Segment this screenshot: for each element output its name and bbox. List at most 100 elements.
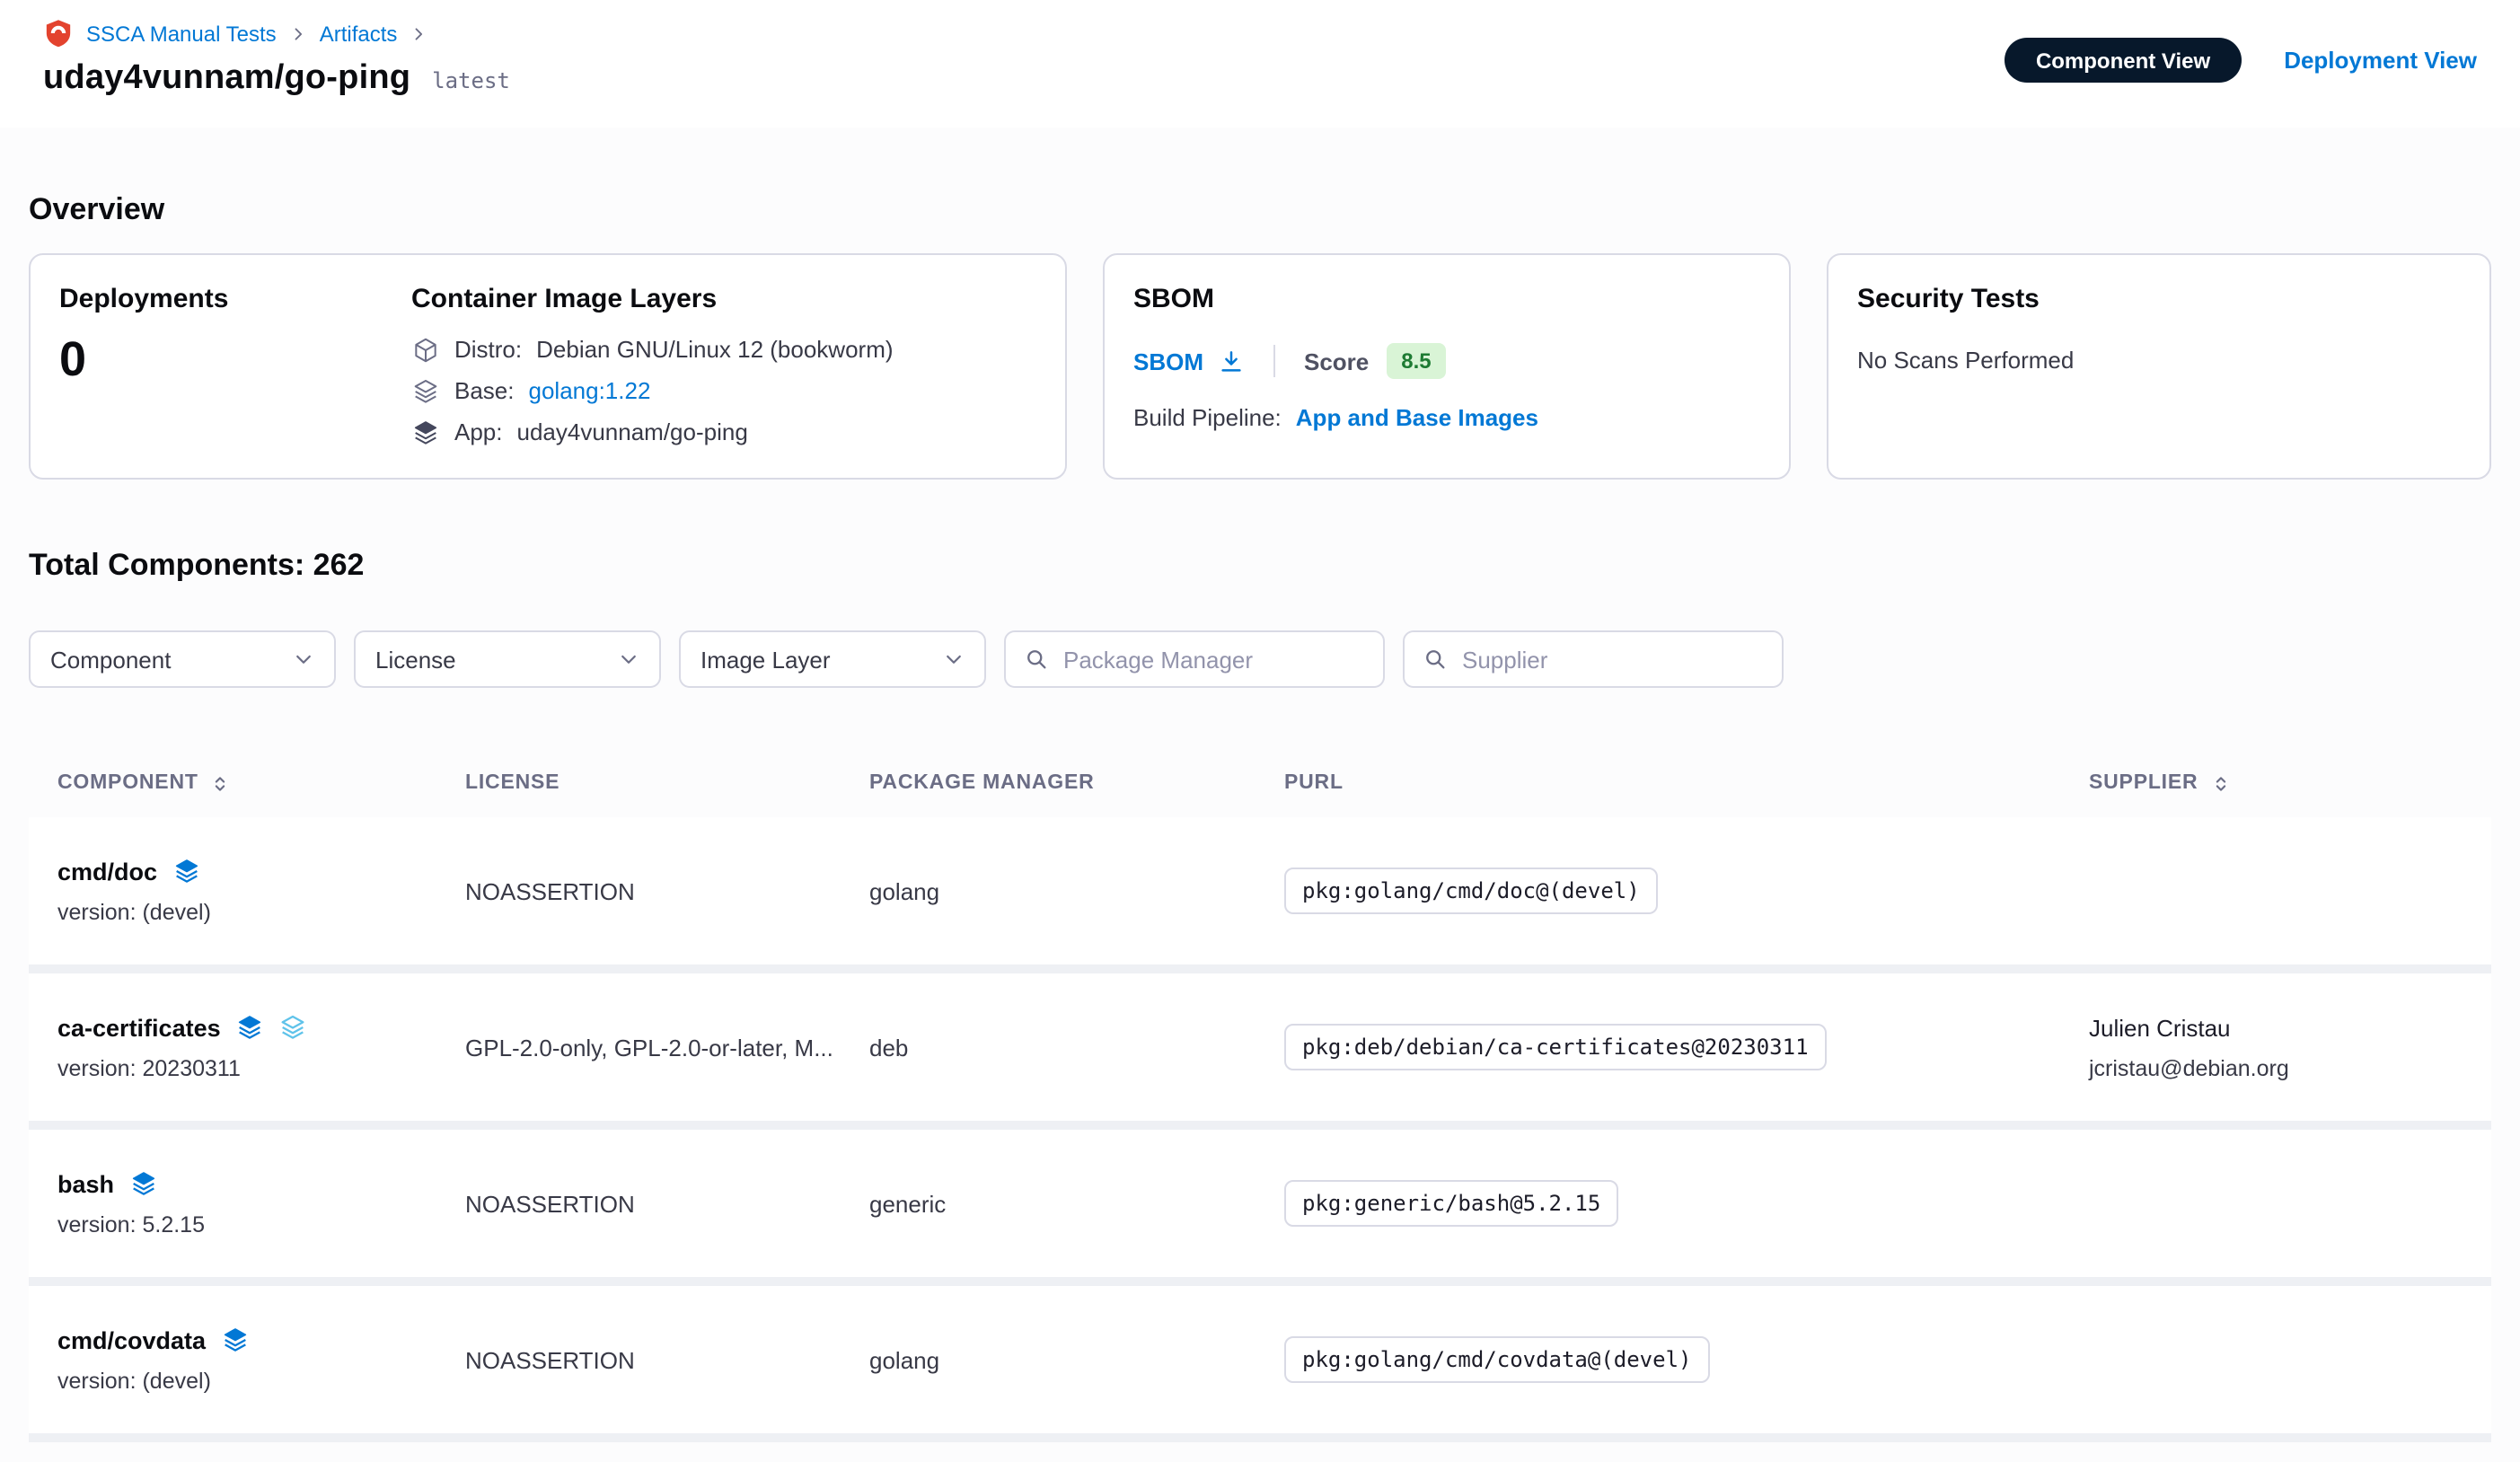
sort-component-button[interactable]: COMPONENT	[57, 772, 231, 794]
purl-cell: pkg:deb/debian/ca-certificates@20230311	[1284, 1024, 2089, 1070]
sbom-link-label: SBOM	[1133, 348, 1203, 374]
security-tests-status: No Scans Performed	[1857, 347, 2461, 374]
breadcrumb-link-artifacts[interactable]: Artifacts	[320, 21, 398, 46]
build-pipeline-link[interactable]: App and Base Images	[1296, 404, 1538, 431]
build-pipeline-row: Build Pipeline: App and Base Images	[1133, 404, 1760, 431]
package-manager-search	[1004, 630, 1385, 688]
component-column-label: COMPONENT	[57, 772, 198, 794]
layers-icon	[235, 1013, 264, 1042]
total-components-heading: Total Components: 262	[29, 548, 2491, 584]
sort-supplier-button[interactable]: SUPPLIER	[2089, 772, 2230, 794]
table-body: cmd/doc version: (devel) NOASSERTION gol…	[29, 817, 2491, 1442]
package-manager-cell: generic	[869, 1190, 1284, 1217]
download-icon[interactable]	[1218, 348, 1245, 374]
component-version: version: (devel)	[57, 1369, 465, 1394]
image-layer-filter-value: Image Layer	[700, 646, 831, 673]
component-name-row: cmd/doc	[57, 857, 465, 885]
purl-cell: pkg:golang/cmd/covdata@(devel)	[1284, 1336, 2089, 1383]
sbom-label: SBOM	[1133, 284, 1760, 314]
component-version: version: 20230311	[57, 1056, 465, 1081]
container-image-layers-section: Container Image Layers Distro: Debian GN…	[411, 284, 894, 449]
chevron-down-icon	[943, 648, 965, 670]
package-manager-search-input[interactable]	[1063, 646, 1365, 673]
component-filter-dropdown[interactable]: Component	[29, 630, 336, 688]
page: SSCA Manual Tests Artifacts uday4vunnam/…	[0, 0, 2520, 1462]
supplier-search-input[interactable]	[1462, 646, 1764, 673]
page-title: uday4vunnam/go-ping	[43, 59, 410, 99]
app-value: uday4vunnam/go-ping	[517, 418, 748, 447]
table-row: cmd/covdata version: (devel) NOASSERTION…	[29, 1286, 2491, 1433]
license-filter-value: License	[375, 646, 456, 673]
chevron-down-icon	[618, 648, 639, 670]
license-filter-dropdown[interactable]: License	[354, 630, 661, 688]
component-name: cmd/covdata	[57, 1326, 206, 1353]
supplier-cell	[2089, 1196, 2463, 1211]
app-label: App:	[454, 418, 503, 447]
license-cell: GPL-2.0-only, GPL-2.0-or-later, M...	[465, 1034, 869, 1061]
supplier-search	[1403, 630, 1784, 688]
container-image-layers-label: Container Image Layers	[411, 284, 894, 314]
overview-cards: Deployments 0 Container Image Layers Dis…	[29, 253, 2491, 480]
component-view-button[interactable]: Component View	[2005, 38, 2241, 83]
license-cell: NOASSERTION	[465, 877, 869, 904]
purl-value: pkg:deb/debian/ca-certificates@20230311	[1284, 1024, 1827, 1070]
sbom-card: SBOM SBOM Score 8.5 Build Pipeline: App …	[1103, 253, 1791, 480]
deployments-count: 0	[59, 332, 411, 388]
package-manager-cell: golang	[869, 1346, 1284, 1373]
component-cell: bash version: 5.2.15	[57, 1169, 465, 1237]
supplier-column-label: SUPPLIER	[2089, 772, 2198, 794]
component-name: ca-certificates	[57, 1014, 221, 1041]
purl-cell: pkg:golang/cmd/doc@(devel)	[1284, 868, 2089, 914]
deployments-section: Deployments 0	[59, 284, 411, 449]
license-cell: NOASSERTION	[465, 1190, 869, 1217]
breadcrumb-link-project[interactable]: SSCA Manual Tests	[86, 21, 277, 46]
score-label: Score	[1304, 348, 1369, 374]
top-bar: SSCA Manual Tests Artifacts uday4vunnam/…	[0, 0, 2520, 128]
chevron-right-icon	[289, 24, 307, 42]
component-version: version: (devel)	[57, 900, 465, 925]
supplier-cell	[2089, 884, 2463, 898]
components-table: COMPONENT LICENSE PACKAGE MANAGER PURL S…	[29, 749, 2491, 1442]
security-tests-card: Security Tests No Scans Performed	[1827, 253, 2491, 480]
vertical-divider	[1273, 345, 1275, 377]
purl-value: pkg:golang/cmd/doc@(devel)	[1284, 868, 1658, 914]
component-filter-value: Component	[50, 646, 171, 673]
app-line: App: uday4vunnam/go-ping	[411, 418, 894, 447]
filters-bar: Component License Image Layer	[29, 630, 2491, 688]
cube-icon	[411, 336, 440, 365]
column-header-supplier: SUPPLIER	[2089, 772, 2463, 794]
column-header-component: COMPONENT	[57, 772, 465, 794]
supplier-name: Julien Cristau	[2089, 1014, 2463, 1041]
component-name: bash	[57, 1170, 114, 1197]
view-toggle: Component View Deployment View	[2005, 38, 2477, 83]
component-name-row: bash	[57, 1169, 465, 1198]
package-manager-cell: golang	[869, 877, 1284, 904]
supplier-cell	[2089, 1352, 2463, 1367]
distro-label: Distro:	[454, 336, 522, 365]
component-version: version: 5.2.15	[57, 1212, 465, 1237]
layers-icon	[128, 1169, 157, 1198]
image-layer-filter-dropdown[interactable]: Image Layer	[679, 630, 986, 688]
table-header-row: COMPONENT LICENSE PACKAGE MANAGER PURL S…	[29, 749, 2491, 817]
deployments-label: Deployments	[59, 284, 411, 314]
chevron-down-icon	[293, 648, 314, 670]
main-content: Overview Deployments 0 Container Image L…	[0, 128, 2520, 1442]
title-row: uday4vunnam/go-ping latest	[43, 59, 510, 99]
security-tests-label: Security Tests	[1857, 284, 2461, 314]
purl-cell: pkg:generic/bash@5.2.15	[1284, 1180, 2089, 1227]
deployments-layers-card: Deployments 0 Container Image Layers Dis…	[29, 253, 1067, 480]
table-row: cmd/doc version: (devel) NOASSERTION gol…	[29, 817, 2491, 964]
harness-logo-icon[interactable]	[43, 18, 74, 48]
sbom-download-link[interactable]: SBOM	[1133, 348, 1245, 374]
purl-value: pkg:golang/cmd/covdata@(devel)	[1284, 1336, 1710, 1383]
component-cell: cmd/covdata version: (devel)	[57, 1325, 465, 1394]
table-row: ca-certificates version: 20230311 GPL-2.…	[29, 973, 2491, 1121]
layers-icon	[278, 1013, 307, 1042]
search-icon	[1024, 647, 1049, 672]
deployment-view-link[interactable]: Deployment View	[2284, 47, 2477, 74]
sbom-row: SBOM Score 8.5	[1133, 343, 1760, 379]
package-manager-cell: deb	[869, 1034, 1284, 1061]
table-row: bash version: 5.2.15 NOASSERTION generic…	[29, 1130, 2491, 1277]
base-image-link[interactable]: golang:1.22	[529, 377, 651, 406]
component-cell: ca-certificates version: 20230311	[57, 1013, 465, 1081]
